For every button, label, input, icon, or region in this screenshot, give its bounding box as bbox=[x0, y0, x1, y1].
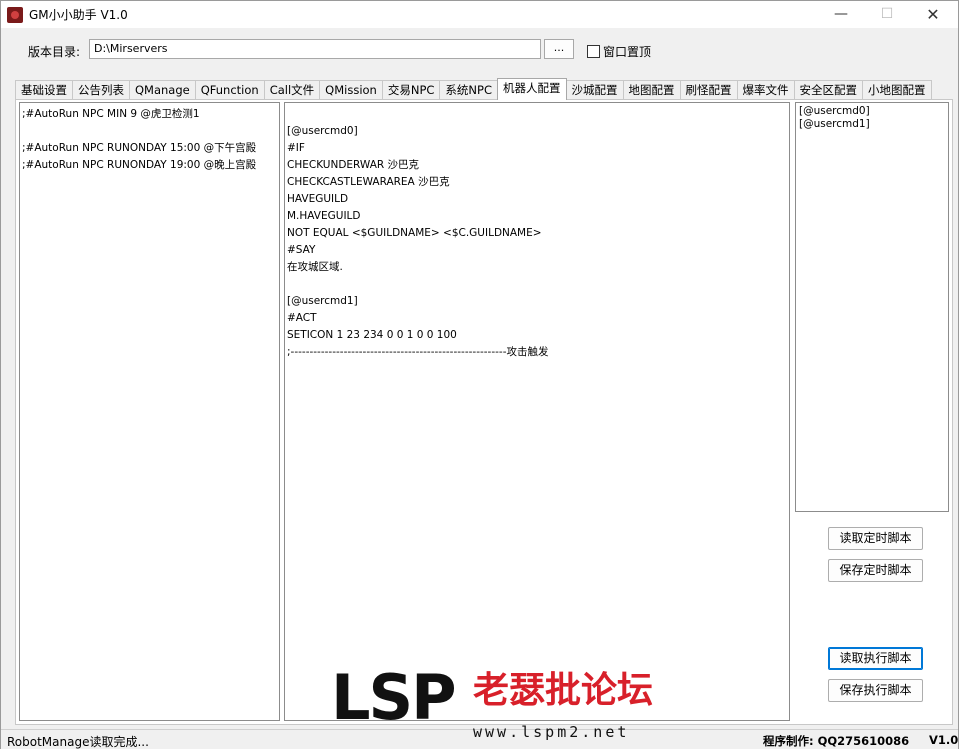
editor-line: [@usercmd1] bbox=[799, 118, 870, 130]
editor-line: [@usercmd0] bbox=[287, 125, 358, 137]
maximize-button[interactable]: ☐ bbox=[864, 1, 910, 28]
read-exec-script-button[interactable]: 读取执行脚本 bbox=[828, 647, 923, 670]
editor-line: #ACT bbox=[287, 312, 317, 324]
editor-line: #SAY bbox=[287, 244, 316, 256]
tab-9[interactable]: 沙城配置 bbox=[565, 80, 624, 100]
tab-12[interactable]: 爆率文件 bbox=[736, 80, 795, 100]
editor-line: ;---------------------------------------… bbox=[287, 346, 549, 358]
editor-line: [@usercmd1] bbox=[287, 295, 358, 307]
watermark-logo: LSP 老瑟批论坛 www.lspm2.net bbox=[331, 661, 653, 749]
tab-14[interactable]: 小地图配置 bbox=[862, 80, 932, 100]
editor-line: ;#AutoRun NPC RUNONDAY 19:00 @晚上宫殿 bbox=[22, 159, 257, 171]
close-button[interactable]: ✕ bbox=[910, 1, 956, 28]
topmost-checkbox[interactable] bbox=[587, 45, 600, 58]
author-info: 程序制作: QQ275610086 bbox=[763, 734, 910, 748]
editor-line: 在攻城区域. bbox=[287, 261, 343, 273]
title-bar[interactable]: GM小小助手 V1.0 — ☐ ✕ bbox=[1, 1, 958, 28]
browse-button[interactable]: ... bbox=[544, 39, 574, 59]
tab-bar: 基础设置 公告列表 QManage QFunction Call文件 QMission 交易… bbox=[15, 78, 932, 100]
editor-line: CHECKUNDERWAR 沙巴克 bbox=[287, 159, 420, 171]
tab-10[interactable]: 地图配置 bbox=[622, 80, 681, 100]
minimize-button[interactable]: — bbox=[818, 1, 864, 28]
editor-line: CHECKCASTLEWARAREA 沙巴克 bbox=[287, 176, 450, 188]
topmost-option[interactable]: 窗口置顶 bbox=[587, 43, 651, 60]
tab-11[interactable]: 刷怪配置 bbox=[679, 80, 738, 100]
tab-5[interactable]: QMission bbox=[319, 80, 383, 100]
window-title: GM小小助手 V1.0 bbox=[29, 8, 128, 22]
dir-label: 版本目录: bbox=[28, 45, 81, 59]
tab-2[interactable]: QManage bbox=[129, 80, 196, 100]
watermark-letters: LSP bbox=[331, 661, 457, 734]
command-list[interactable]: [@usercmd0] [@usercmd1] bbox=[795, 102, 949, 512]
editor-line: ;#AutoRun NPC RUNONDAY 15:00 @下午宫殿 bbox=[22, 142, 257, 154]
tab-7[interactable]: 系统NPC bbox=[439, 80, 498, 100]
watermark-url: www.lspm2.net bbox=[473, 723, 630, 741]
read-timer-script-button[interactable]: 读取定时脚本 bbox=[828, 527, 923, 550]
dir-input[interactable]: D:\Mirservers bbox=[89, 39, 541, 59]
middle-script-editor[interactable]: [@usercmd0] #IF CHECKUNDERWAR 沙巴克 CHECKCAST… bbox=[284, 102, 790, 721]
tab-4[interactable]: Call文件 bbox=[263, 80, 321, 100]
save-exec-script-button[interactable]: 保存执行脚本 bbox=[828, 679, 923, 702]
editor-line: [@usercmd0] bbox=[799, 105, 870, 117]
editor-line: SETICON 1 23 234 0 0 1 0 0 100 bbox=[287, 329, 457, 341]
editor-line: NOT EQUAL <$GUILDNAME> <$C.GUILDNAME> bbox=[287, 227, 542, 239]
version-label: V1.0 bbox=[929, 733, 959, 747]
app-icon bbox=[7, 7, 23, 23]
editor-line: #IF bbox=[287, 142, 305, 154]
editor-line: ;#AutoRun NPC MIN 9 @虎卫检测1 bbox=[22, 108, 200, 120]
status-message: RobotManage读取完成... bbox=[7, 735, 149, 749]
editor-line: M.HAVEGUILD bbox=[287, 210, 361, 222]
tab-13[interactable]: 安全区配置 bbox=[793, 80, 863, 100]
tab-8[interactable]: 机器人配置 bbox=[497, 78, 567, 100]
tab-0[interactable]: 基础设置 bbox=[15, 80, 73, 100]
tab-1[interactable]: 公告列表 bbox=[72, 80, 130, 100]
topmost-label: 窗口置顶 bbox=[603, 45, 652, 59]
save-timer-script-button[interactable]: 保存定时脚本 bbox=[828, 559, 923, 582]
editor-line: HAVEGUILD bbox=[287, 193, 349, 205]
tab-6[interactable]: 交易NPC bbox=[381, 80, 441, 100]
watermark-cn-text: 老瑟批论坛 bbox=[473, 670, 654, 711]
main-window: GM小小助手 V1.0 — ☐ ✕ 版本目录: D:\Mirservers ..… bbox=[0, 0, 959, 749]
tab-3[interactable]: QFunction bbox=[194, 80, 265, 100]
left-script-editor[interactable]: ;#AutoRun NPC MIN 9 @虎卫检测1 ;#AutoRun NPC … bbox=[19, 102, 280, 721]
